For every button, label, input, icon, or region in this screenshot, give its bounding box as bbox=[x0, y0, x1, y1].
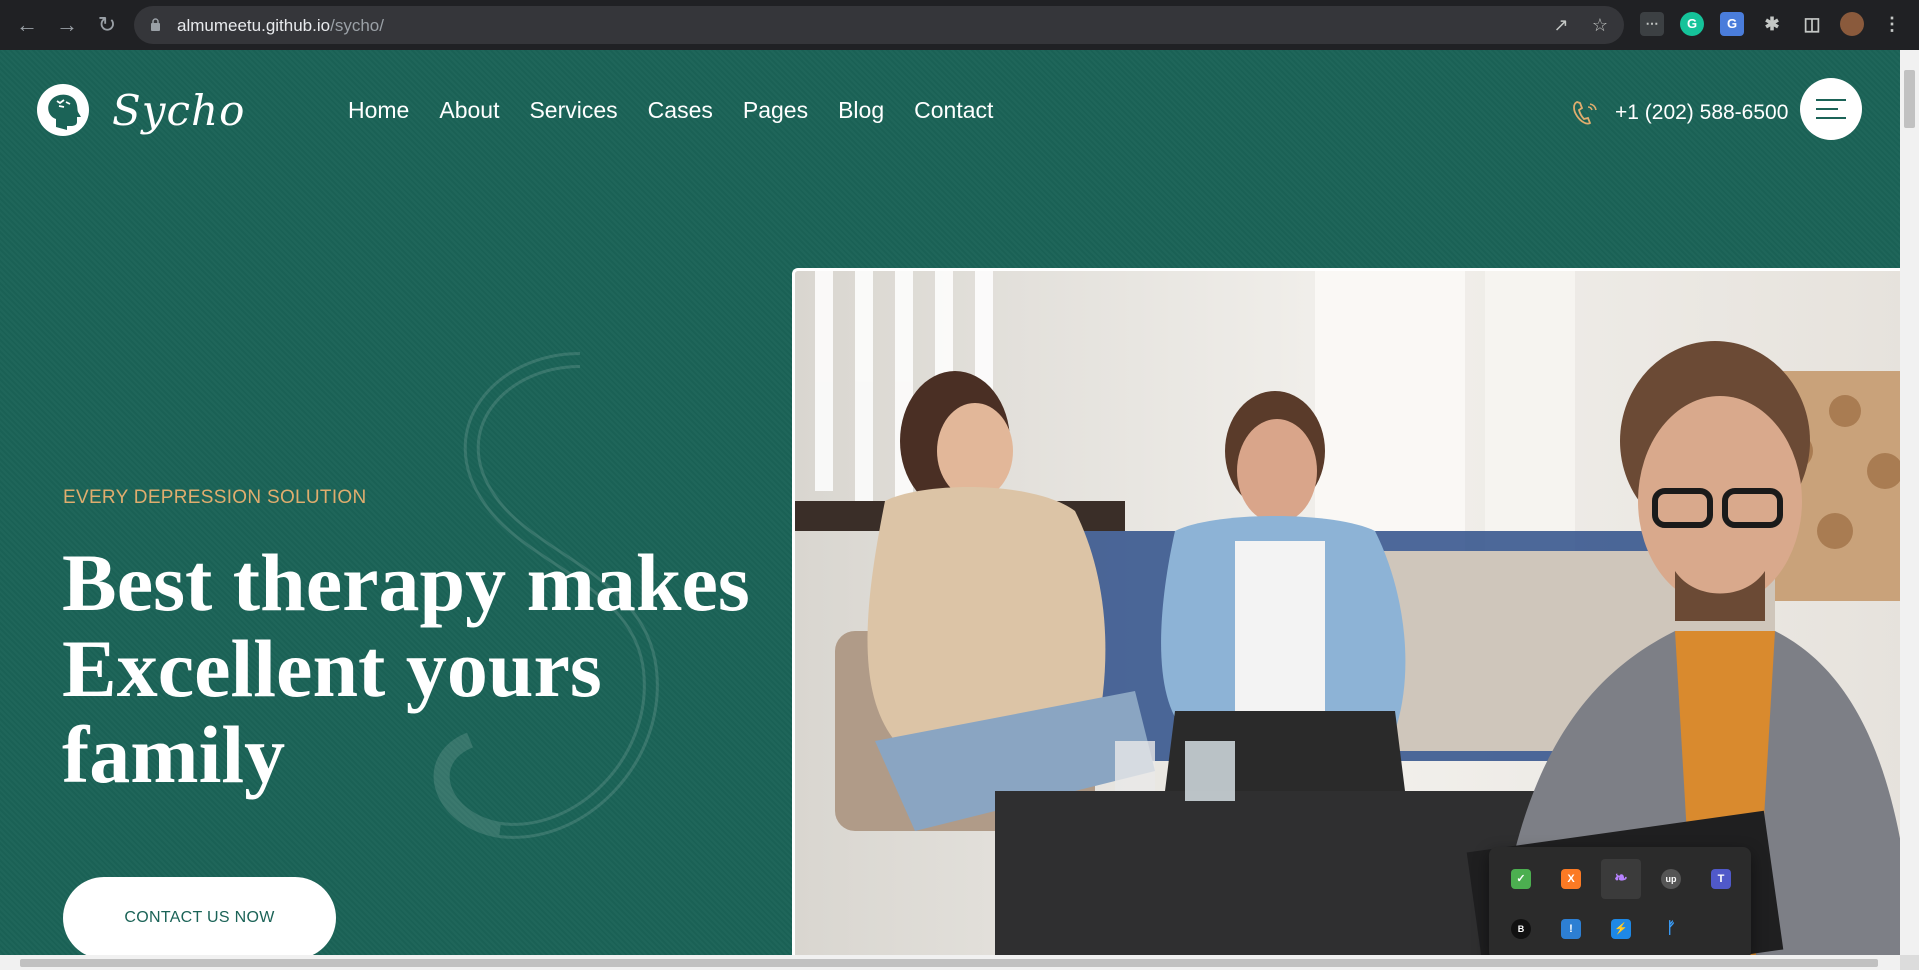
profile-avatar[interactable] bbox=[1840, 12, 1864, 36]
address-bar[interactable]: almumeetu.github.io/sycho/ ↗ ☆ bbox=[134, 6, 1624, 44]
phone-icon bbox=[1573, 101, 1597, 125]
url-text: almumeetu.github.io/sycho/ bbox=[177, 16, 384, 35]
xampp-icon[interactable]: X bbox=[1551, 859, 1591, 899]
nav-services[interactable]: Services bbox=[529, 97, 617, 124]
nav-contact[interactable]: Contact bbox=[914, 97, 993, 124]
nav-pages[interactable]: Pages bbox=[743, 97, 808, 124]
forward-button[interactable]: → bbox=[54, 12, 80, 38]
system-tray-popup: ✓ X ❧ up T B ! ⚡ ᚠ bbox=[1489, 847, 1751, 960]
shield-check-icon[interactable]: ✓ bbox=[1501, 859, 1541, 899]
hamburger-menu-button[interactable] bbox=[1800, 78, 1862, 140]
feather-icon[interactable]: ❧ bbox=[1601, 859, 1641, 899]
horizontal-scroll-thumb[interactable] bbox=[20, 959, 1878, 967]
teams-icon[interactable]: T bbox=[1701, 859, 1741, 899]
hero-eyebrow: EVERY DEPRESSION SOLUTION bbox=[63, 487, 367, 508]
header-phone[interactable]: +1 (202) 588-6500 bbox=[1569, 98, 1788, 128]
contact-us-button[interactable]: CONTACT US NOW bbox=[63, 877, 336, 955]
side-panel-icon[interactable]: ◫ bbox=[1800, 12, 1824, 36]
hero-headline: Best therapy makes Excellent yours famil… bbox=[62, 537, 750, 800]
site-logo[interactable]: Sycho bbox=[36, 83, 245, 137]
vertical-scrollbar[interactable] bbox=[1900, 50, 1919, 955]
brand-name: Sycho bbox=[112, 85, 246, 135]
phone-number: +1 (202) 588-6500 bbox=[1615, 101, 1789, 124]
grammarly-icon[interactable]: G bbox=[1680, 12, 1704, 36]
more-extension-icon[interactable]: ⋯ bbox=[1640, 12, 1664, 36]
horizontal-scrollbar[interactable] bbox=[0, 955, 1900, 970]
lightning-app-icon[interactable]: ⚡ bbox=[1601, 909, 1641, 949]
chrome-menu-icon[interactable]: ⋮ bbox=[1880, 12, 1904, 36]
browser-toolbar: ← → ↻ almumeetu.github.io/sycho/ ↗ ☆ ⋯ G… bbox=[0, 0, 1919, 50]
bandcamp-icon[interactable]: B bbox=[1501, 909, 1541, 949]
vertical-scroll-thumb[interactable] bbox=[1904, 70, 1915, 128]
head-logo-icon bbox=[37, 84, 89, 136]
nav-cases[interactable]: Cases bbox=[648, 97, 713, 124]
extensions-puzzle-icon[interactable]: ✱ bbox=[1760, 12, 1784, 36]
defender-warning-icon[interactable]: ! bbox=[1551, 909, 1591, 949]
lock-icon bbox=[151, 18, 160, 31]
scrollbar-corner bbox=[1900, 955, 1919, 970]
website-viewport: Sycho Home About Services Cases Pages Bl… bbox=[0, 50, 1900, 955]
main-nav: Home About Services Cases Pages Blog Con… bbox=[348, 97, 993, 124]
translate-icon[interactable]: G bbox=[1720, 12, 1744, 36]
nav-blog[interactable]: Blog bbox=[838, 97, 884, 124]
share-icon[interactable]: ↗ bbox=[1551, 15, 1571, 35]
nav-about[interactable]: About bbox=[439, 97, 499, 124]
upwork-icon[interactable]: up bbox=[1651, 859, 1691, 899]
bluetooth-icon[interactable]: ᚠ bbox=[1651, 909, 1691, 949]
back-button[interactable]: ← bbox=[14, 12, 40, 38]
reload-button[interactable]: ↻ bbox=[94, 12, 120, 38]
nav-home[interactable]: Home bbox=[348, 97, 409, 124]
bookmark-star-icon[interactable]: ☆ bbox=[1590, 15, 1610, 35]
